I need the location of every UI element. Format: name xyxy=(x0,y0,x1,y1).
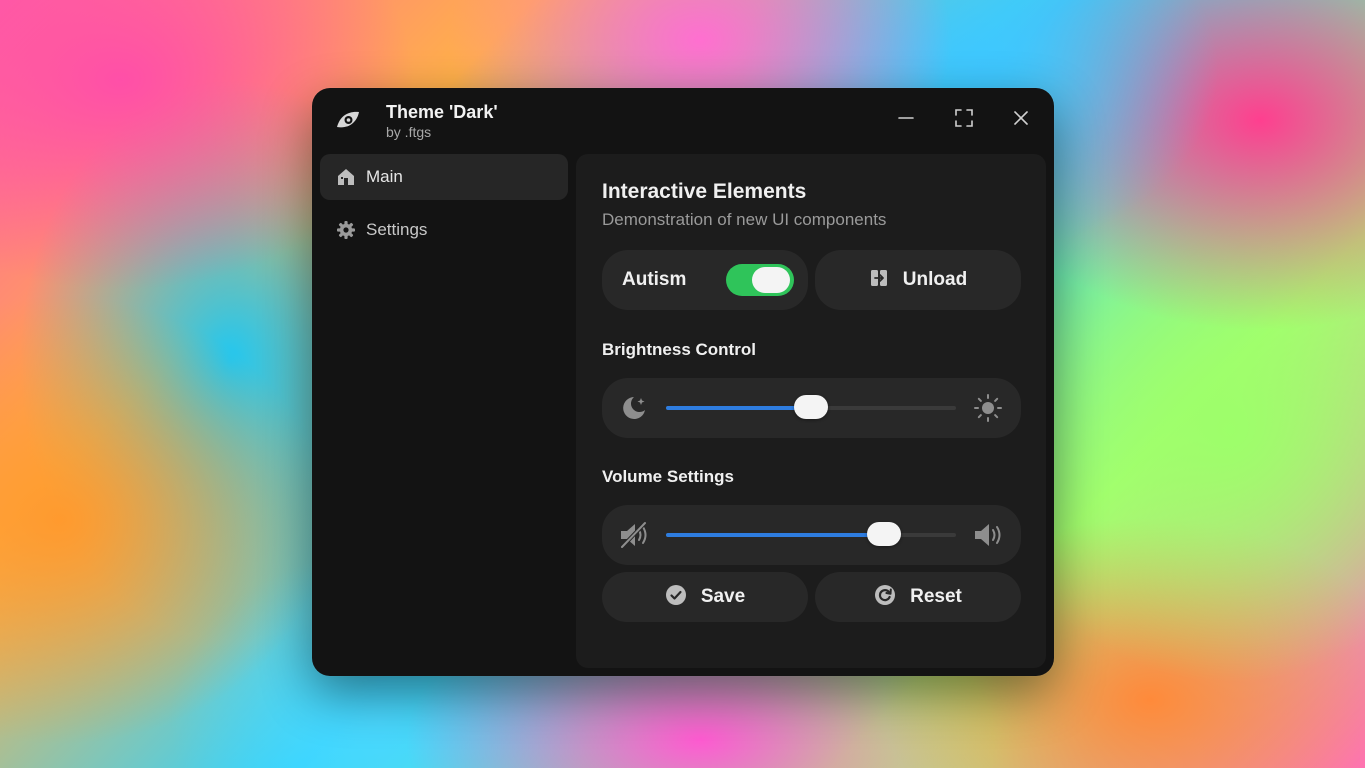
volume-slider-fill xyxy=(666,533,884,537)
sidebar-item-label: Main xyxy=(366,167,403,186)
close-button[interactable] xyxy=(1007,106,1035,134)
home-icon xyxy=(336,167,356,187)
save-button-label: Save xyxy=(700,586,746,607)
maximize-icon xyxy=(955,108,973,132)
autism-toggle-row: Autism xyxy=(602,250,808,310)
gear-icon xyxy=(336,220,356,240)
reset-icon xyxy=(874,584,896,611)
sun-icon xyxy=(972,392,1004,424)
title-bar[interactable]: Theme 'Dark' by .ftgs xyxy=(312,88,1054,152)
speaker-loud-icon xyxy=(972,519,1004,551)
moon-icon xyxy=(618,392,650,424)
maximize-button[interactable] xyxy=(950,106,978,134)
sidebar-item-settings[interactable]: Settings xyxy=(320,207,568,253)
section-title: Interactive Elements xyxy=(602,180,807,203)
sidebar: Main Settings xyxy=(320,154,568,664)
save-button[interactable]: Save xyxy=(602,572,808,622)
brightness-slider-fill xyxy=(666,406,811,410)
brightness-slider-row xyxy=(602,378,1021,438)
minimize-button[interactable] xyxy=(892,106,920,134)
unload-button-label: Unload xyxy=(902,269,968,290)
volume-slider-track[interactable] xyxy=(666,522,956,546)
section-description: Demonstration of new UI components xyxy=(602,210,887,229)
sidebar-item-main[interactable]: Main xyxy=(320,154,568,200)
toggle-label: Autism xyxy=(622,269,687,290)
toggle-knob xyxy=(752,267,790,293)
unload-button[interactable]: Unload xyxy=(815,250,1021,310)
speaker-muted-icon xyxy=(618,519,650,551)
eye-logo-icon xyxy=(334,108,362,134)
volume-slider-thumb[interactable] xyxy=(866,522,901,546)
window-title: Theme 'Dark' xyxy=(386,102,498,122)
volume-title: Volume Settings xyxy=(602,467,734,486)
app-window: Theme 'Dark' by .ftgs Main Settings Inte… xyxy=(312,88,1054,676)
reset-button-label: Reset xyxy=(910,586,962,607)
main-panel: Interactive Elements Demonstration of ne… xyxy=(576,154,1046,668)
minimize-icon xyxy=(898,110,914,131)
unload-icon xyxy=(869,268,889,293)
close-icon xyxy=(1013,110,1029,131)
window-subtitle: by .ftgs xyxy=(386,124,432,140)
brightness-title: Brightness Control xyxy=(602,340,756,359)
volume-slider-row xyxy=(602,505,1021,565)
brightness-slider-track[interactable] xyxy=(666,395,956,419)
reset-button[interactable]: Reset xyxy=(815,572,1021,622)
brightness-slider-thumb[interactable] xyxy=(794,395,828,419)
autism-toggle-switch[interactable] xyxy=(726,264,794,296)
checkmark-circle-icon xyxy=(665,584,687,611)
sidebar-item-label: Settings xyxy=(366,220,428,239)
